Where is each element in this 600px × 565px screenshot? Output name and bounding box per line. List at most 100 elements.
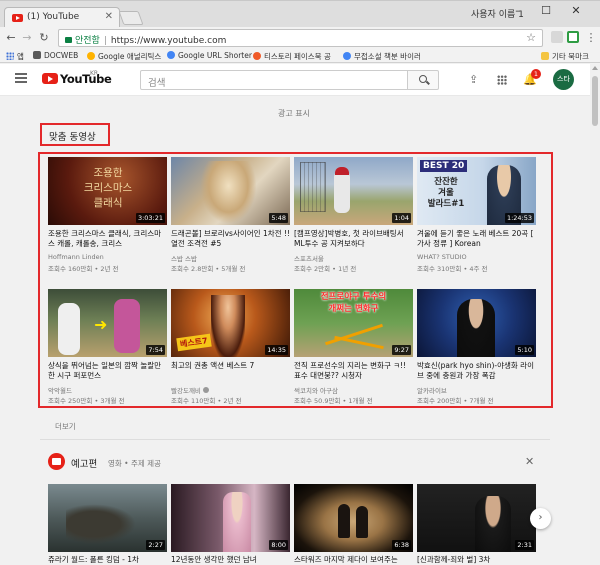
thumbnail-overlay-text: 전프로야구 투수의 개쩌는 변화구	[320, 292, 387, 314]
video-thumbnail[interactable]: 5:48	[171, 157, 290, 225]
search-input[interactable]: 검색	[140, 70, 408, 90]
apps-grid-icon[interactable]	[497, 75, 507, 85]
scroll-up-arrow-icon[interactable]	[592, 66, 598, 70]
window-close-icon[interactable]: ✕	[566, 4, 586, 17]
video-title[interactable]: [캠프영상]박병호, 첫 라이브배팅서 ML투수 공 지켜보하다	[294, 229, 413, 249]
video-title[interactable]: 쥬라기 월드: 폴른 킹덤 - 1차	[48, 555, 167, 565]
video-channel[interactable]: 알카라이브	[417, 385, 447, 395]
new-tab-button[interactable]	[118, 11, 144, 25]
video-meta: 조회수 2만회 • 1년 전	[294, 265, 357, 273]
video-channel[interactable]: 스밥 스밥	[171, 253, 197, 263]
video-thumbnail[interactable]: 2:31	[417, 484, 536, 552]
video-thumbnail[interactable]: 전프로야구 투수의 개쩌는 변화구 9:27	[294, 289, 413, 357]
video-channel[interactable]: 악악월드	[48, 385, 72, 395]
browser-tab-bar: (1) YouTube ✕ 사용자 이름 1 – ☐ ✕	[0, 0, 600, 28]
video-meta: 조회수 110만회 • 2년 전	[171, 397, 242, 405]
trailer-channel-icon[interactable]	[48, 453, 65, 470]
page-scrollbar[interactable]	[590, 64, 600, 565]
youtube-logo-icon[interactable]	[42, 73, 58, 84]
carousel-next-button[interactable]: ›	[530, 508, 551, 529]
search-icon	[419, 75, 427, 83]
video-thumbnail[interactable]: 5:10	[417, 289, 536, 357]
section-title-recommended: 맞춤 동영상	[40, 123, 110, 146]
video-title[interactable]: 12년동안 생각만 했던 남녀	[171, 555, 290, 565]
avatar[interactable]: 스타	[553, 69, 574, 90]
video-channel[interactable]: 썩코치와 아구삼	[294, 385, 338, 395]
section-title-trailers[interactable]: 예고편	[71, 456, 97, 470]
video-thumbnail[interactable]: 베스트7 14:35	[171, 289, 290, 357]
video-thumbnail[interactable]: 8:00	[171, 484, 290, 552]
video-title[interactable]: 드래곤볼] 브로리vs사이어인 1차전 !! 열전 조격전 #5	[171, 229, 290, 249]
video-thumbnail[interactable]: ➜ 7:54	[48, 289, 167, 357]
browser-tab-youtube[interactable]: (1) YouTube ✕	[4, 7, 120, 28]
section-subtitle: 영화 • 주제 제공	[108, 459, 161, 468]
minimize-icon[interactable]: –	[508, 4, 528, 17]
bookmark-other-folder[interactable]: 기타 북마크	[541, 51, 589, 62]
cast-icon[interactable]	[567, 31, 579, 43]
video-duration: 2:27	[146, 540, 165, 550]
tab-title: (1) YouTube	[27, 12, 80, 22]
section-divider	[40, 439, 550, 440]
extension-icon[interactable]	[551, 31, 563, 43]
bookmark-novel[interactable]: 무접소설 책분 바이러	[343, 51, 421, 62]
video-duration: 3:03:21	[135, 213, 165, 223]
scrollbar-thumb[interactable]	[592, 76, 598, 126]
secure-label: 안전함	[75, 36, 100, 46]
video-thumbnail[interactable]: BEST 20 잔잔한 겨울 발라드#1 1:24:53	[417, 157, 536, 225]
video-thumbnail[interactable]: 6:38	[294, 484, 413, 552]
video-title[interactable]: 최고의 권총 액션 베스트 7	[171, 361, 290, 371]
video-channel[interactable]: WHAT? STUDIO	[417, 253, 467, 261]
video-meta: 조회수 250만회 • 3개월 전	[48, 397, 125, 405]
video-channel[interactable]: 스포츠서울	[294, 253, 324, 263]
docweb-icon	[33, 51, 41, 59]
video-title[interactable]: [신과함께-죄와 벌] 3차	[417, 555, 536, 565]
bookmark-url-shortener[interactable]: Google URL Shorter	[167, 51, 252, 60]
bookmark-apps[interactable]: 앱	[6, 51, 24, 62]
reload-icon[interactable]: ↻	[37, 31, 51, 44]
bookmark-google-analytics[interactable]: Google 애널리틱스	[87, 51, 161, 62]
video-title[interactable]: 스타워즈 마지막 제다이 보여주는	[294, 555, 413, 565]
folder-icon	[541, 52, 549, 60]
video-duration: 1:04	[392, 213, 411, 223]
youtube-logo-text[interactable]: YouTube	[60, 72, 112, 86]
back-arrow-icon[interactable]: ←	[4, 31, 18, 44]
video-meta: 조회수 2.8만회 • 5개월 전	[171, 265, 246, 273]
video-thumbnail[interactable]: 1:04	[294, 157, 413, 225]
video-title[interactable]: 전직 프로선수의 지리는 변화구 ㅋ!! 표수 대면붕?? 시청자	[294, 361, 413, 381]
ad-label[interactable]: 광고 표시	[278, 108, 310, 119]
logo-region: KR	[90, 70, 99, 77]
video-thumbnail[interactable]: 조용한 크리스마스 클래식 3:03:21	[48, 157, 167, 225]
bookmarks-bar: 앱 DOCWEB Google 애널리틱스 Google URL Shorter…	[0, 49, 600, 63]
hamburger-menu-icon[interactable]	[15, 73, 27, 83]
video-title[interactable]: 조용한 크리스마스 클래식, 크리스마스 캐롤, 캐롤송, 크리스	[48, 229, 167, 249]
video-meta: 조회수 200만회 • 7개월 전	[417, 397, 494, 405]
youtube-header: YouTube KR 검색 ⇪ 🔔 1 스타	[0, 64, 590, 96]
video-channel[interactable]: Hoffmann Linden	[48, 253, 104, 261]
forward-arrow-icon[interactable]: →	[20, 31, 34, 44]
video-duration: 5:48	[269, 213, 288, 223]
search-button[interactable]	[407, 70, 439, 90]
video-title[interactable]: 상식을 뛰어넘는 일본의 깜짝 놀랄만한 시구 퍼포먼스	[48, 361, 167, 381]
section-close-icon[interactable]: ✕	[525, 455, 534, 468]
video-title[interactable]: 박효신(park hyo shin)-야생화 라이브 중에 충원과 가장 폭감	[417, 361, 536, 381]
verified-check-icon	[202, 387, 209, 393]
upload-icon[interactable]: ⇪	[469, 73, 478, 86]
address-bar: ← → ↻ 안전함 | https://www.youtube.com ☆ ⋮	[0, 27, 600, 49]
video-duration: 2:31	[515, 540, 534, 550]
bookmark-docweb[interactable]: DOCWEB	[33, 51, 78, 60]
maximize-icon[interactable]: ☐	[536, 4, 556, 17]
video-meta: 조회수 310만회 • 4주 전	[417, 265, 488, 273]
video-thumbnail[interactable]: 2:27	[48, 484, 167, 552]
video-title[interactable]: 겨울에 듣기 좋은 노래 베스트 20곡 [ 가사 정류 ] Korean	[417, 229, 536, 249]
video-duration: 1:24:53	[504, 213, 534, 223]
bookmark-star-icon[interactable]: ☆	[526, 31, 536, 44]
tab-close-icon[interactable]: ✕	[105, 11, 113, 22]
tistory-icon	[253, 52, 261, 60]
bookmark-tistory[interactable]: 티스토리 페이스북 공	[253, 51, 331, 62]
browser-menu-icon[interactable]: ⋮	[584, 31, 598, 44]
video-channel[interactable]: 빨강도깨비	[171, 385, 209, 395]
video-duration: 5:10	[515, 345, 534, 355]
url-input[interactable]: 안전함 | https://www.youtube.com ☆	[58, 29, 543, 47]
video-duration: 8:00	[269, 540, 288, 550]
show-more-button[interactable]: 더보기	[55, 421, 76, 432]
